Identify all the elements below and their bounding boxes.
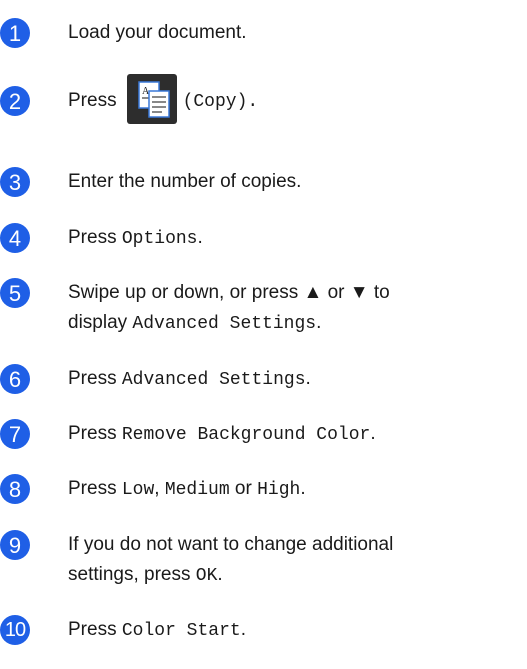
copy-icon: A bbox=[126, 73, 177, 124]
step-number: 3 bbox=[0, 167, 30, 197]
step-text: Press Advanced Settings. bbox=[68, 368, 311, 390]
step-number: 6 bbox=[0, 364, 30, 394]
step-text: If you do not want to change additional … bbox=[68, 534, 394, 586]
color-start-code: Color Start bbox=[121, 621, 241, 641]
advanced-settings-code: Advanced Settings bbox=[132, 314, 317, 334]
step-number: 9 bbox=[0, 530, 30, 560]
step-text: Press A (Copy). bbox=[68, 73, 523, 129]
step-number: 10 bbox=[0, 615, 30, 645]
step-text: Enter the number of copies. bbox=[68, 171, 302, 192]
low-code: Low bbox=[121, 480, 155, 500]
step-text: Swipe up or down, or press ▲ or ▼ to dis… bbox=[68, 282, 390, 334]
step-text: Press Color Start. bbox=[68, 619, 246, 641]
press-label: Press bbox=[68, 90, 117, 111]
high-code: High bbox=[257, 480, 301, 500]
step-text: Press Remove Background Color. bbox=[68, 423, 376, 445]
copy-label: (Copy). bbox=[182, 92, 259, 112]
step-number: 1 bbox=[0, 18, 30, 48]
step-number: 8 bbox=[0, 474, 30, 504]
step-number: 4 bbox=[0, 223, 30, 253]
step-text: Press Options. bbox=[68, 227, 203, 249]
advanced-settings-code: Advanced Settings bbox=[121, 370, 306, 390]
ok-code: OK bbox=[195, 566, 218, 586]
step-number: 7 bbox=[0, 419, 30, 449]
step-number: 2 bbox=[0, 86, 30, 116]
step-text: Press Low, Medium or High. bbox=[68, 478, 306, 500]
medium-code: Medium bbox=[164, 480, 230, 500]
remove-background-color-code: Remove Background Color bbox=[121, 425, 371, 445]
step-number: 5 bbox=[0, 278, 30, 308]
step-text: Load your document. bbox=[68, 22, 247, 43]
options-code: Options bbox=[121, 229, 198, 249]
